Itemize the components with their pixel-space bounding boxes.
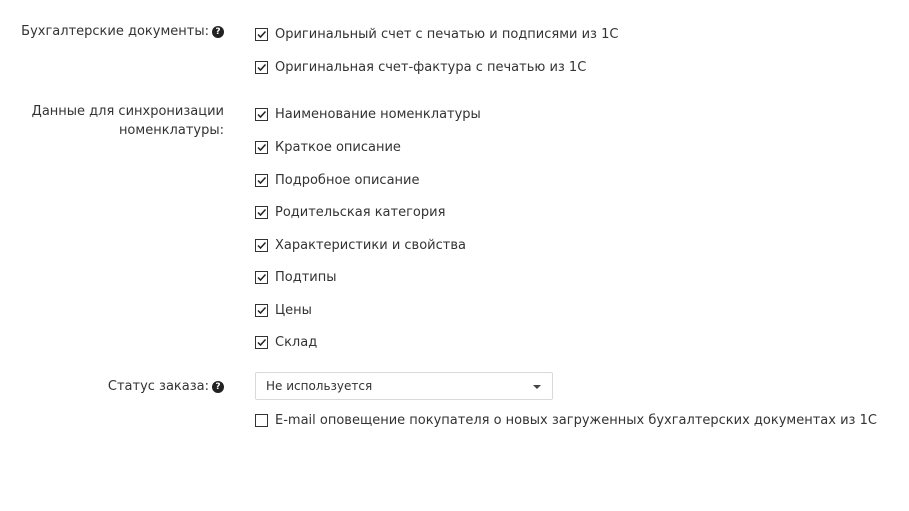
question-circle-icon[interactable]: ? <box>212 26 224 38</box>
checkbox-sync-full-desc[interactable]: Подробное описание <box>255 171 420 190</box>
order-status-label-text: Статус заказа: <box>107 379 209 394</box>
chevron-down-icon[interactable] <box>533 385 541 389</box>
checkbox-box[interactable] <box>255 206 268 219</box>
check-icon <box>257 241 267 250</box>
checkbox-original-invoice[interactable]: Оригинальный счет с печатью и подписями … <box>255 25 618 44</box>
checkbox-box[interactable] <box>255 108 268 121</box>
order-status-selected-value: Не используется <box>266 379 373 393</box>
accounting-docs-label-text: Бухгалтерские документы: <box>21 24 209 39</box>
checkbox-label: Склад <box>275 335 318 350</box>
checkbox-label: Оригинальная счет-фактура с печатью из 1… <box>275 60 587 75</box>
checkbox-label: Характеристики и свойства <box>275 238 466 253</box>
checkbox-box[interactable] <box>255 61 268 74</box>
order-status-select[interactable]: Не используется <box>255 372 553 400</box>
checkbox-label: E-mail оповещение покупателя о новых заг… <box>275 413 877 428</box>
question-circle-icon[interactable]: ? <box>212 381 224 393</box>
checkbox-box[interactable] <box>255 304 268 317</box>
sync-label: Данные для синхронизации номенклатуры: <box>32 102 224 140</box>
check-icon <box>257 176 267 185</box>
accounting-docs-label: Бухгалтерские документы:? <box>21 22 224 41</box>
check-icon <box>257 306 267 315</box>
checkbox-sync-properties[interactable]: Характеристики и свойства <box>255 236 466 255</box>
checkbox-box[interactable] <box>255 414 268 427</box>
checkbox-label: Подробное описание <box>275 173 420 188</box>
checkbox-box[interactable] <box>255 28 268 41</box>
checkbox-label: Наименование номенклатуры <box>275 107 481 122</box>
checkbox-email-notify[interactable]: E-mail оповещение покупателя о новых заг… <box>255 411 877 430</box>
check-icon <box>257 110 267 119</box>
checkbox-sync-name[interactable]: Наименование номенклатуры <box>255 105 481 124</box>
checkbox-label: Оригинальный счет с печатью и подписями … <box>275 27 619 42</box>
checkbox-box[interactable] <box>255 239 268 252</box>
checkbox-sync-short-desc[interactable]: Краткое описание <box>255 138 401 157</box>
check-icon <box>257 273 267 282</box>
check-icon <box>257 338 267 347</box>
checkbox-original-tax-invoice[interactable]: Оригинальная счет-фактура с печатью из 1… <box>255 58 586 77</box>
checkbox-sync-stock[interactable]: Склад <box>255 333 317 352</box>
sync-label-line1: Данные для синхронизации <box>31 104 224 119</box>
checkbox-box[interactable] <box>255 271 268 284</box>
check-icon <box>257 63 267 72</box>
checkbox-label: Родительская категория <box>275 205 446 220</box>
checkbox-sync-parent-category[interactable]: Родительская категория <box>255 203 445 222</box>
checkbox-box[interactable] <box>255 141 268 154</box>
checkbox-label: Подтипы <box>275 270 337 285</box>
check-icon <box>257 30 267 39</box>
checkbox-box[interactable] <box>255 336 268 349</box>
sync-label-line2: номенклатуры: <box>118 123 224 138</box>
checkbox-label: Цены <box>275 303 312 318</box>
checkbox-label: Краткое описание <box>275 140 401 155</box>
order-status-label: Статус заказа:? <box>108 377 224 396</box>
checkbox-box[interactable] <box>255 174 268 187</box>
checkbox-sync-prices[interactable]: Цены <box>255 301 312 320</box>
checkbox-sync-subtypes[interactable]: Подтипы <box>255 268 337 287</box>
check-icon <box>257 143 267 152</box>
check-icon <box>257 208 267 217</box>
